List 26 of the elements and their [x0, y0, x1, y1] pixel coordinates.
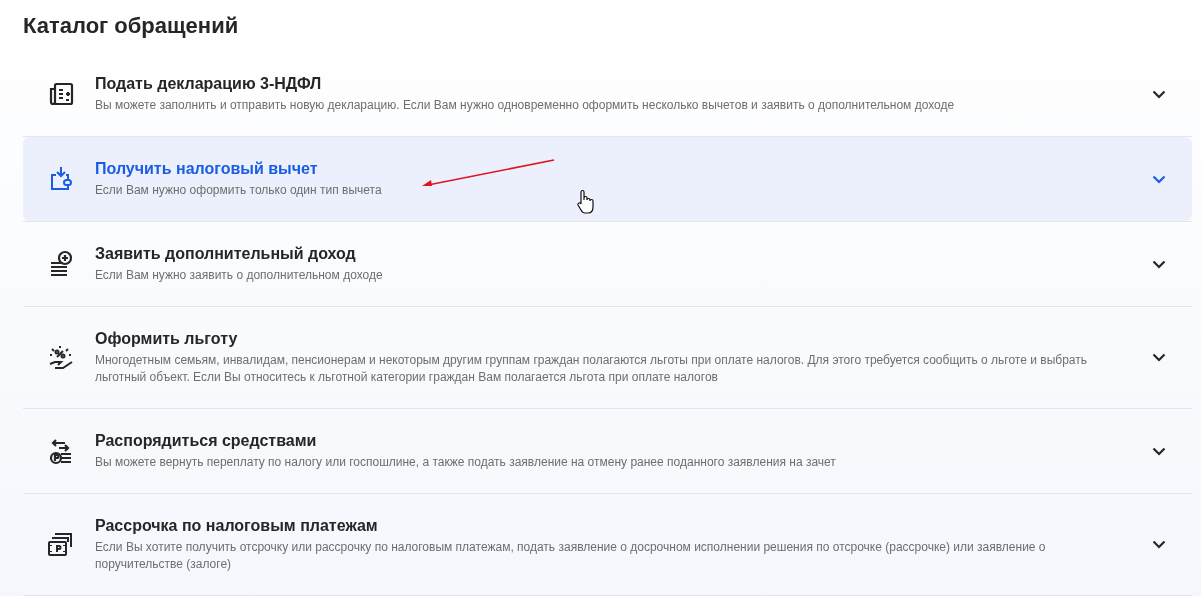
chevron-down-icon[interactable] [1152, 259, 1166, 269]
hand-percent-icon [47, 343, 75, 372]
request-title[interactable]: Рассрочка по налоговым платежам [95, 516, 1105, 536]
row-background[interactable]: Распорядиться средствами Вы можете вернуть переплату по налогу или госпошлине, а также подать заявление на отмену ранее поданного заявления на зачет [23, 409, 1192, 493]
request-description: Если Вы хотите получить отсрочку или рассрочку по налоговым платежам, подать заявление о досрочном исполнении решения по отсрочке (рассрочке) или заявление о поручительстве (залоге) [95, 539, 1047, 573]
request-title[interactable]: Получить налоговый вычет [95, 159, 1105, 179]
row-background[interactable]: Подать декларацию 3-НДФЛ Вы можете заполнить и отправить новую декларацию. Если Вам нужно одновременно оформить несколько вычетов и заявить о дополнительном доходе [23, 52, 1192, 136]
row-background[interactable]: Заявить дополнительный доход Если Вам нужно заявить о дополнительном доходе [23, 222, 1192, 306]
page-title: Каталог обращений [23, 12, 240, 40]
newspaper-icon [47, 80, 75, 108]
highlighted-row-background[interactable]: Получить налоговый вычет Если Вам нужно оформить только один тип вычета [23, 137, 1192, 221]
hand-cursor-icon [575, 189, 597, 215]
request-title[interactable]: Оформить льготу [95, 329, 1105, 349]
request-description: Если Вам нужно оформить только один тип вычета [95, 182, 383, 199]
request-description: Если Вам нужно заявить о дополнительном доходе [95, 267, 384, 284]
chevron-down-icon[interactable] [1152, 89, 1166, 99]
request-title[interactable]: Распорядиться средствами [95, 431, 1105, 451]
chevron-down-icon[interactable] [1152, 446, 1166, 456]
request-description: Многодетным семьям, инвалидам, пенсионерам и некоторым другим группам граждан полагаются льготы при оплате налогов. Для этого требуется сообщить о льготе и выбрать льготный объект. Если Вы относитесь к льготной категории граждан Вам полагается льгота при оплате налогов [95, 352, 1088, 386]
request-description: Вы можете вернуть переплату по налогу или госпошлине, а также подать заявление на отмену ранее поданного заявления на зачет [95, 454, 837, 471]
chevron-down-icon[interactable] [1152, 353, 1166, 362]
request-description: Вы можете заполнить и отправить новую декларацию. Если Вам нужно одновременно оформить несколько вычетов и заявить о дополнительном доходе [95, 97, 956, 114]
banknotes-icon [47, 530, 75, 559]
chevron-down-icon[interactable] [1152, 540, 1166, 549]
request-title[interactable]: Заявить дополнительный доход [95, 244, 1105, 264]
request-title[interactable]: Подать декларацию 3-НДФЛ [95, 74, 1105, 94]
